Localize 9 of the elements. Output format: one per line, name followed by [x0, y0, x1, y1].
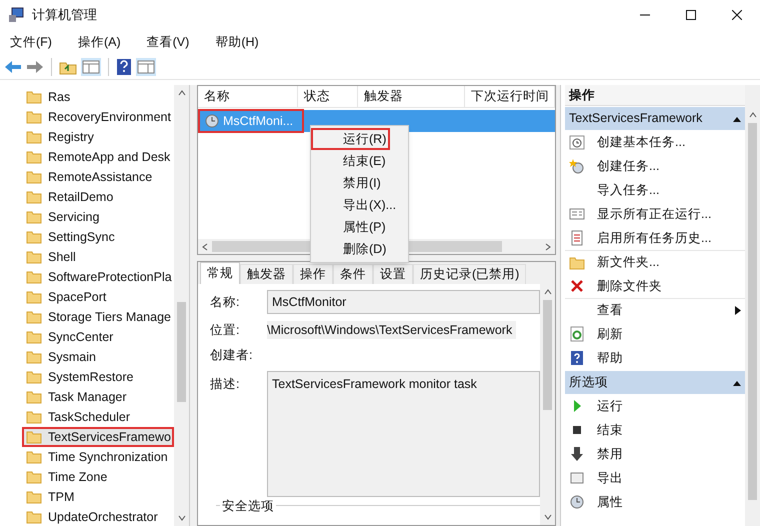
group-title: 安全选项 — [220, 499, 276, 514]
field-label: 创建者: — [210, 347, 252, 364]
pane-title: 操作 — [565, 85, 745, 106]
field-label: 位置: — [210, 322, 240, 339]
field-label: 名称: — [210, 294, 240, 311]
location-value: \Microsoft\Windows\TextServicesFramework — [267, 320, 516, 340]
table-cell: MsCtfMoni... — [198, 109, 304, 133]
field-label: 描述: — [210, 376, 240, 393]
window-title: 计算机管理 — [32, 6, 97, 24]
